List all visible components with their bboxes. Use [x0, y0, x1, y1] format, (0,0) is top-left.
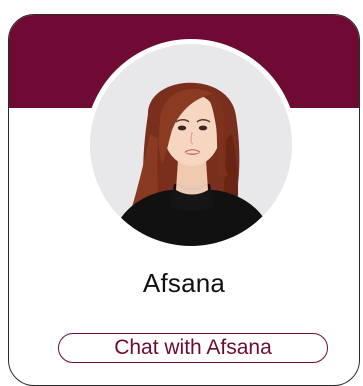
chat-button[interactable]: Chat with Afsana [58, 333, 328, 363]
avatar [90, 44, 292, 246]
profile-name: Afsana [142, 268, 226, 298]
avatar-photo [90, 44, 292, 246]
avatar-ring [85, 39, 297, 251]
profile-card: Afsana Chat with Afsana [8, 14, 360, 386]
